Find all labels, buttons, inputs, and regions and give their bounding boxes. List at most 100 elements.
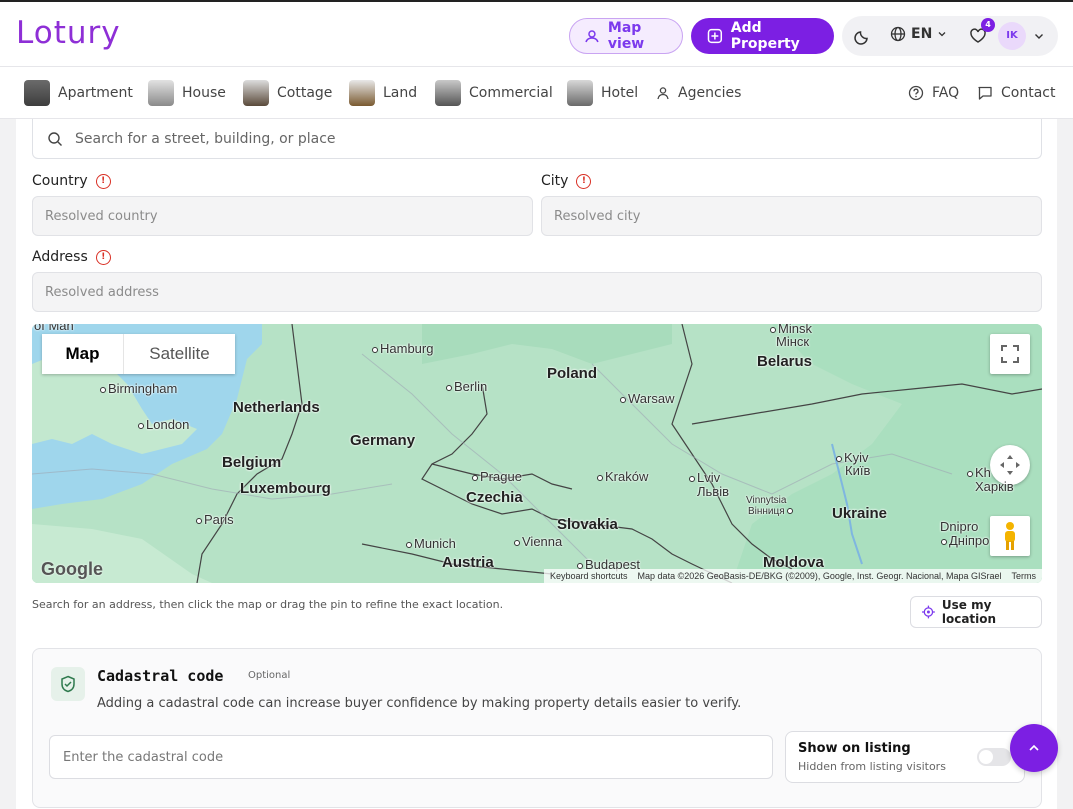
map-label: Poland bbox=[547, 365, 598, 382]
show-on-listing-toggle[interactable] bbox=[977, 748, 1011, 766]
nav-item-house[interactable]: House bbox=[148, 79, 226, 107]
logo[interactable]: Lotury bbox=[16, 15, 121, 51]
cadastral-code-input[interactable]: Enter the cadastral code bbox=[49, 735, 773, 779]
plus-square-icon bbox=[707, 28, 723, 44]
nav-label: Hotel bbox=[601, 85, 639, 101]
address-field[interactable]: Resolved address bbox=[32, 272, 1042, 312]
chevron-down-icon[interactable] bbox=[1033, 30, 1045, 42]
cottage-icon bbox=[243, 80, 269, 106]
map-label: Hamburg bbox=[372, 341, 433, 356]
location-form: Search for a street, building, or place … bbox=[16, 119, 1057, 809]
crosshair-icon bbox=[922, 605, 935, 619]
map-label: Slovakia bbox=[557, 516, 618, 533]
map-label: Vinnytsia bbox=[746, 495, 787, 506]
map-label: Munich bbox=[406, 536, 456, 551]
map-label: Birmingham bbox=[100, 381, 177, 396]
google-logo: Google bbox=[41, 559, 103, 579]
chevron-down-icon bbox=[938, 32, 946, 37]
add-property-button[interactable]: Add Property bbox=[691, 18, 834, 54]
globe-icon bbox=[890, 26, 906, 42]
map-label: Paris bbox=[196, 512, 234, 527]
faq-link[interactable]: FAQ bbox=[908, 79, 959, 107]
category-nav: Apartment House Cottage Land Commercial … bbox=[0, 67, 1073, 119]
use-my-location-label: Use my location bbox=[941, 598, 997, 626]
map-label: Vienna bbox=[514, 534, 562, 549]
cadastral-title: Cadastral code bbox=[97, 667, 224, 685]
cadastral-description: Adding a cadastral code can increase buy… bbox=[97, 696, 742, 711]
location-search-input[interactable]: Search for a street, building, or place bbox=[32, 119, 1042, 159]
map-label: Belarus bbox=[757, 353, 813, 370]
map-label-text: Kh bbox=[975, 465, 991, 480]
nav-item-agencies[interactable]: Agencies bbox=[656, 79, 741, 107]
map-label: Dnipro bbox=[940, 519, 979, 534]
map-label: Czechia bbox=[466, 489, 523, 506]
nav-item-apartment[interactable]: Apartment bbox=[24, 79, 133, 107]
moon-icon[interactable] bbox=[854, 27, 872, 45]
map-label-text: Hamburg bbox=[380, 341, 434, 356]
faq-label: FAQ bbox=[932, 85, 960, 101]
use-my-location-button[interactable]: Use my location bbox=[910, 596, 1042, 628]
fullscreen-icon bbox=[1001, 345, 1019, 363]
show-on-listing-title: Show on listing bbox=[798, 741, 911, 756]
message-icon bbox=[978, 86, 992, 100]
map-label: Prague bbox=[472, 469, 522, 484]
search-placeholder: Search for a street, building, or place bbox=[75, 130, 336, 147]
map-label: Дніпро bbox=[941, 533, 989, 548]
map-hint: Search for an address, then click the ma… bbox=[32, 598, 504, 611]
fullscreen-button[interactable] bbox=[990, 334, 1030, 374]
map-label: Київ bbox=[845, 463, 871, 478]
map-label-text: Prague bbox=[480, 469, 522, 484]
map-label: Мінск bbox=[776, 334, 810, 349]
map-attribution: Keyboard shortcuts Map data ©2026 GeoBas… bbox=[544, 569, 1042, 583]
map-label: London bbox=[138, 417, 189, 432]
nav-label: Land bbox=[383, 85, 418, 101]
terms-link[interactable]: Terms bbox=[1012, 571, 1037, 581]
show-on-listing-subtitle: Hidden from listing visitors bbox=[798, 760, 946, 773]
language-label: EN bbox=[911, 26, 933, 42]
tab-satellite[interactable]: Satellite bbox=[124, 334, 235, 374]
warning-icon: ! bbox=[95, 249, 111, 265]
map-label-text: Вінниця bbox=[748, 506, 785, 517]
nav-label: Cottage bbox=[277, 85, 333, 101]
pan-arrows-icon bbox=[1000, 455, 1020, 475]
country-field[interactable]: Resolved country bbox=[32, 196, 533, 236]
city-field[interactable]: Resolved city bbox=[541, 196, 1042, 236]
map-label: Netherlands bbox=[233, 399, 320, 416]
land-icon bbox=[349, 80, 375, 106]
search-icon bbox=[48, 131, 62, 146]
address-label: Address ! bbox=[32, 249, 111, 265]
map-data-text: Map data ©2026 GeoBasis-DE/BKG (©2009), … bbox=[637, 571, 1002, 581]
map-label: Luxembourg bbox=[240, 480, 331, 497]
map-label-text: Warsaw bbox=[628, 391, 675, 406]
nav-item-land[interactable]: Land bbox=[349, 79, 417, 107]
keyboard-shortcuts-link[interactable]: Keyboard shortcuts bbox=[550, 571, 628, 581]
contact-label: Contact bbox=[1001, 85, 1056, 101]
map-type-tabs: Map Satellite bbox=[42, 334, 235, 374]
nav-label: House bbox=[182, 85, 226, 101]
map-view-button[interactable]: Map view bbox=[569, 18, 683, 54]
nav-item-commercial[interactable]: Commercial bbox=[435, 79, 553, 107]
scroll-to-top-button[interactable] bbox=[1010, 724, 1058, 772]
map-label: Warsaw bbox=[620, 391, 674, 406]
country-label: Country ! bbox=[32, 173, 111, 189]
nav-item-cottage[interactable]: Cottage bbox=[243, 79, 332, 107]
street-view-pegman-button[interactable] bbox=[990, 516, 1030, 556]
map-label-text: Lviv bbox=[697, 470, 721, 485]
map-label-text: Дніпро bbox=[949, 533, 990, 548]
location-map[interactable]: Map Satellite of Man Hamburg Minsk Мінск… bbox=[32, 324, 1042, 583]
contact-link[interactable]: Contact bbox=[977, 79, 1055, 107]
language-selector[interactable]: EN bbox=[890, 26, 947, 42]
map-view-label: Map view bbox=[607, 20, 645, 52]
city-label: City ! bbox=[541, 173, 592, 189]
favorites-count-badge: 4 bbox=[981, 18, 995, 32]
nav-item-hotel[interactable]: Hotel bbox=[567, 79, 638, 107]
tab-map[interactable]: Map bbox=[42, 334, 124, 374]
country-label-text: Country bbox=[32, 173, 88, 189]
add-property-label: Add Property bbox=[730, 20, 800, 52]
avatar[interactable]: IK bbox=[998, 22, 1026, 50]
top-bar: Lotury Map view Add Property EN 4 IK bbox=[0, 0, 1073, 67]
map-label: Germany bbox=[350, 432, 416, 449]
apartment-icon bbox=[24, 80, 50, 106]
map-label: Львів bbox=[697, 484, 730, 499]
map-label-text: Paris bbox=[204, 512, 234, 527]
